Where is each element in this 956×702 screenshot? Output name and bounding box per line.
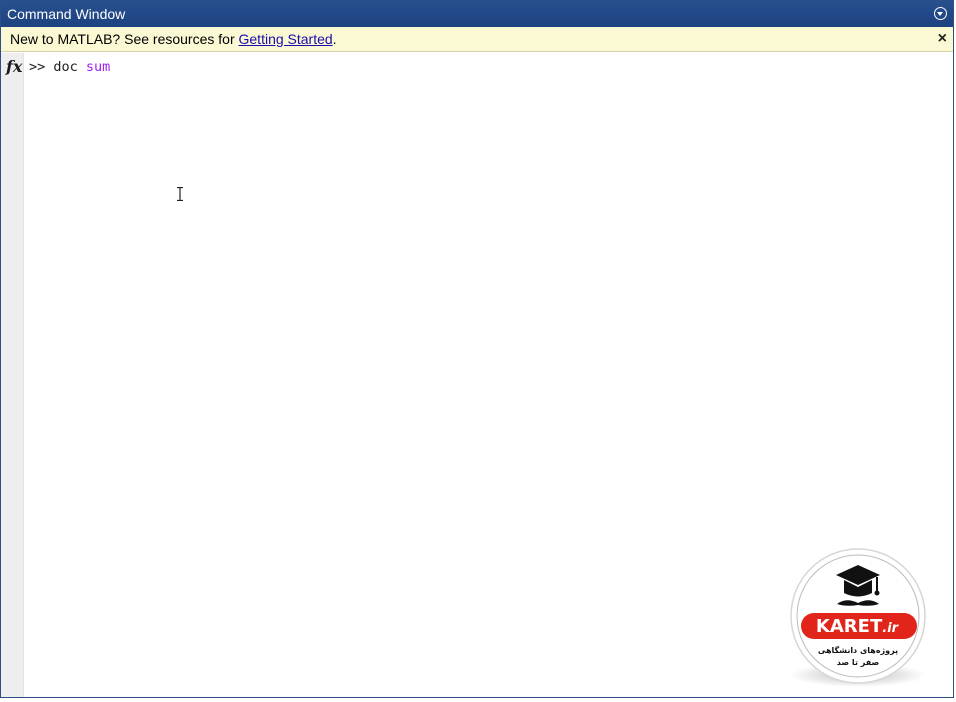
- logo-brand: KARET: [816, 616, 883, 637]
- command-gutter: fx: [1, 53, 24, 697]
- getting-started-banner: New to MATLAB? See resources for Getting…: [1, 27, 953, 52]
- command-window: Command Window New to MATLAB? See resour…: [0, 0, 954, 698]
- logo-tagline-2: صفر تا صد: [837, 658, 880, 667]
- karet-logo: KARET.ir پروژه‌های دانشگاهی صفر تا صد: [790, 548, 926, 687]
- command-text: doc: [53, 59, 86, 75]
- banner-text: New to MATLAB? See resources for: [10, 31, 239, 47]
- window-title: Command Window: [7, 6, 126, 22]
- getting-started-link[interactable]: Getting Started: [239, 31, 333, 47]
- logo-tagline-1: پروژه‌های دانشگاهی: [818, 645, 898, 655]
- chevron-down-circle-icon[interactable]: [934, 7, 947, 20]
- command-line[interactable]: >> doc sum: [29, 59, 110, 75]
- fx-function-browser-icon[interactable]: fx: [6, 57, 22, 76]
- logo-domain: .ir: [882, 621, 899, 636]
- close-icon[interactable]: ×: [938, 27, 947, 50]
- banner-suffix: .: [332, 31, 337, 47]
- window-titlebar: Command Window: [1, 1, 953, 27]
- text-cursor-icon: [177, 187, 183, 201]
- command-argument: sum: [85, 59, 111, 75]
- command-prompt: >>: [29, 59, 54, 75]
